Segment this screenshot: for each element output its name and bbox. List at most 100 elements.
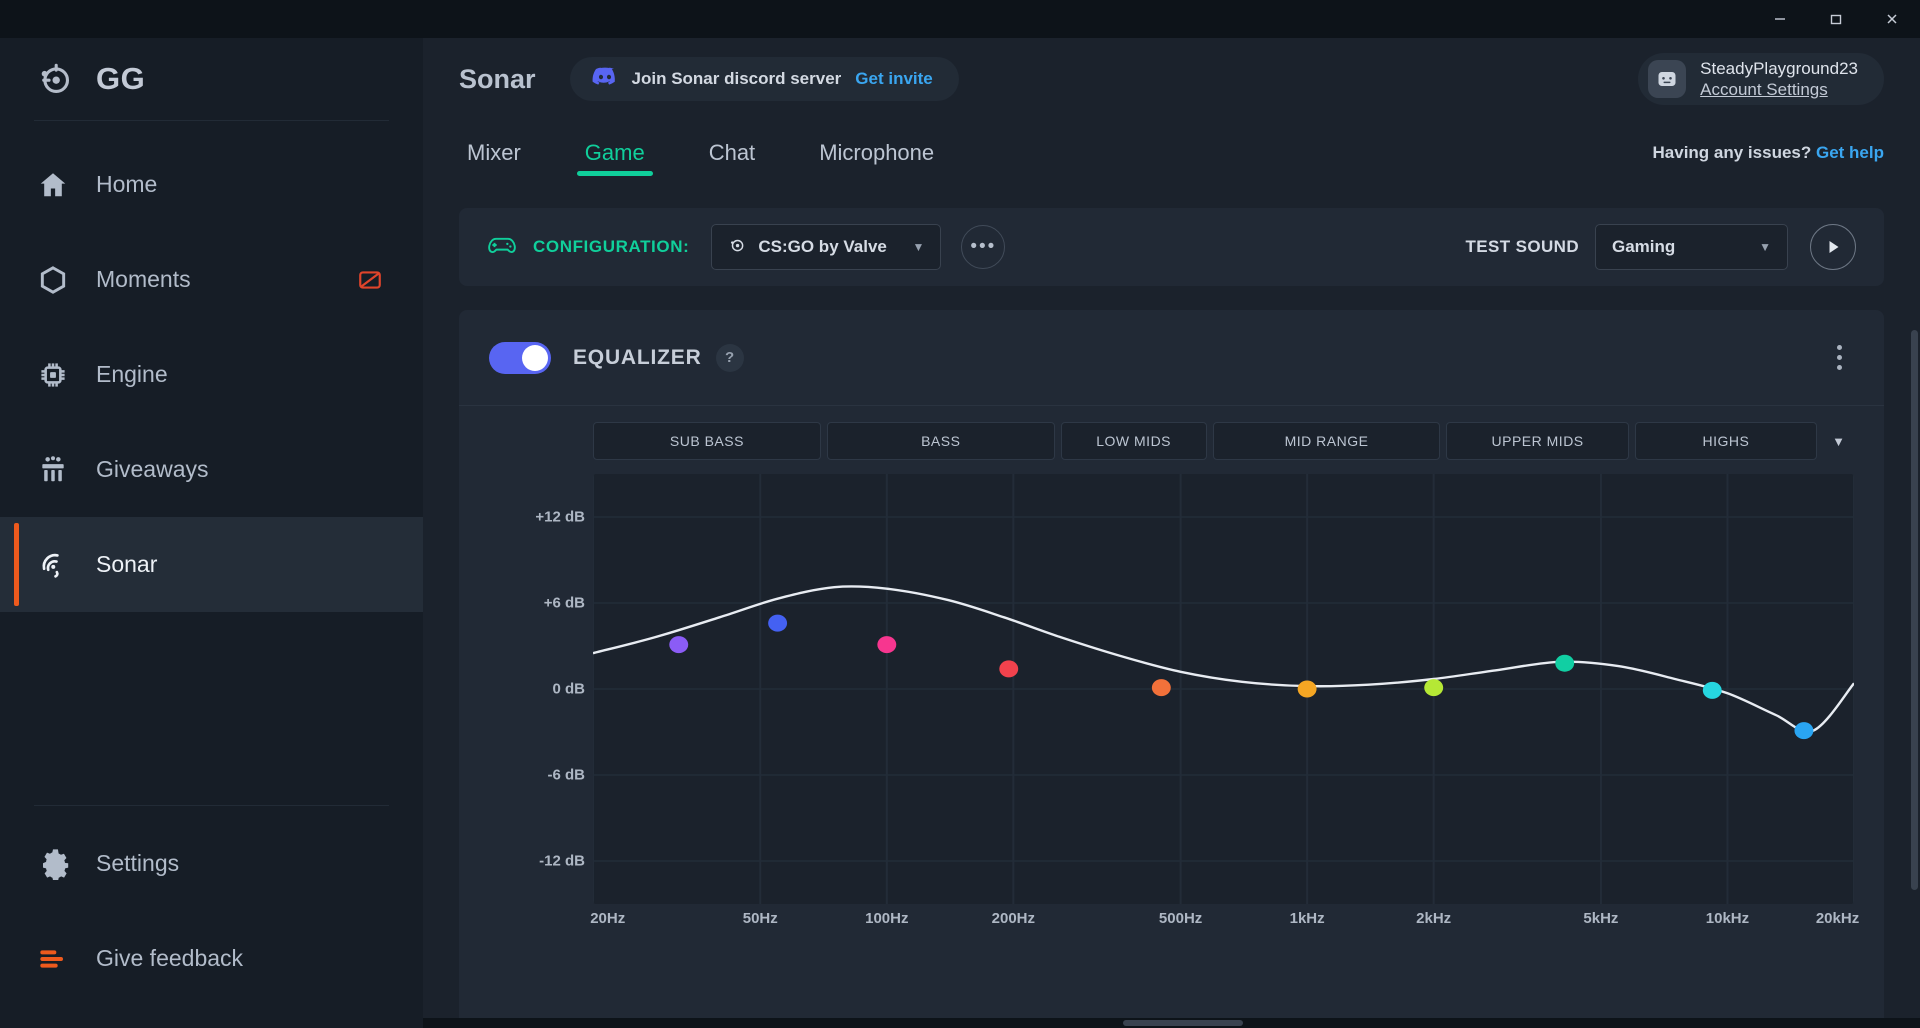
home-icon xyxy=(36,168,70,202)
vertical-scrollbar[interactable] xyxy=(1911,330,1918,890)
sidebar-item-label: Giveaways xyxy=(96,456,209,482)
steelseries-icon xyxy=(728,236,746,259)
sidebar-item-label: Home xyxy=(96,171,158,197)
equalizer-band-tab[interactable]: UPPER MIDS xyxy=(1446,422,1629,460)
feedback-icon xyxy=(36,942,70,976)
toggle-knob xyxy=(522,344,548,371)
equalizer-graph: +12 dB +6 dB 0 dB -6 dB -12 dB 20Hz 50Hz 100Hz… xyxy=(489,474,1859,944)
configuration-left-group: CONFIGURATION: xyxy=(487,233,689,262)
chevron-down-icon: ▼ xyxy=(912,240,925,254)
steelseries-logo-icon xyxy=(41,63,70,94)
page-title: Sonar xyxy=(459,63,536,94)
tab-mixer[interactable]: Mixer xyxy=(459,120,529,186)
band-tabs-chevron-down-icon[interactable]: ▼ xyxy=(1823,422,1854,460)
sidebar: GG Home Moments Engine Giveaways Sonar S… xyxy=(0,0,423,1028)
hexagon-icon xyxy=(36,263,70,297)
y-axis-tick-label: +12 dB xyxy=(535,508,585,526)
tab-chat[interactable]: Chat xyxy=(701,120,763,186)
sidebar-item-moments[interactable]: Moments xyxy=(0,232,423,327)
eq-band-handle[interactable] xyxy=(1424,679,1444,697)
tab-microphone[interactable]: Microphone xyxy=(811,120,942,186)
configuration-more-button[interactable]: ••• xyxy=(961,225,1006,269)
discord-get-invite-link[interactable]: Get invite xyxy=(855,69,932,89)
tab-game[interactable]: Game xyxy=(576,120,653,186)
equalizer-help-icon[interactable]: ? xyxy=(715,343,744,372)
play-icon xyxy=(1829,241,1839,253)
horizontal-scrollbar-thumb[interactable] xyxy=(1123,1020,1243,1026)
window-title-bar xyxy=(0,0,1920,38)
discord-banner-label: Join Sonar discord server xyxy=(631,69,842,88)
x-axis-tick-label: 100Hz xyxy=(865,910,909,927)
minimize-icon xyxy=(1775,18,1785,20)
equalizer-band-tab[interactable]: SUB BASS xyxy=(593,422,821,460)
page-header: Sonar Join Sonar discord server Get invi… xyxy=(423,38,1920,120)
configuration-select-value: CS:GO by Valve xyxy=(758,237,887,256)
minimize-button[interactable] xyxy=(1752,0,1808,38)
sidebar-item-sonar[interactable]: Sonar xyxy=(0,517,423,612)
configuration-select[interactable]: CS:GO by Valve ▼ xyxy=(711,224,942,270)
moments-badge-icon[interactable] xyxy=(357,267,383,293)
brand-logo[interactable]: GG xyxy=(0,38,423,120)
x-axis-labels: 20Hz 50Hz 100Hz 200Hz 500Hz 1kHz 2kHz 5kHz 10kHz… xyxy=(590,910,1859,940)
equalizer-band-tab[interactable]: HIGHS xyxy=(1634,422,1818,460)
equalizer-card: EQUALIZER ? SUB BASS BASS LOW MIDS MID RANG… xyxy=(459,310,1884,1028)
eq-band-handle[interactable] xyxy=(1702,681,1722,699)
equalizer-band-tabs: SUB BASS BASS LOW MIDS MID RANGE UPPER MIDS H… xyxy=(459,406,1884,460)
sidebar-item-settings[interactable]: Settings xyxy=(0,816,423,911)
gear-icon xyxy=(36,847,70,881)
eq-band-handle[interactable] xyxy=(768,614,788,632)
y-axis-labels: +12 dB +6 dB 0 dB -6 dB -12 dB xyxy=(489,474,585,904)
sidebar-item-label: Sonar xyxy=(96,551,158,577)
account-username: SteadyPlayground23 xyxy=(1700,58,1858,78)
sidebar-nav: Home Moments Engine Giveaways Sonar xyxy=(0,121,423,612)
eq-band-handle[interactable] xyxy=(669,636,689,654)
eq-band-handle[interactable] xyxy=(1555,654,1575,672)
x-axis-tick-label: 2kHz xyxy=(1416,910,1452,927)
eq-band-handle[interactable] xyxy=(999,660,1019,678)
sidebar-item-give-feedback[interactable]: Give feedback xyxy=(0,911,423,1006)
sidebar-item-giveaways[interactable]: Giveaways xyxy=(0,422,423,517)
test-sound-select-value: Gaming xyxy=(1612,237,1676,256)
maximize-button[interactable] xyxy=(1808,0,1864,38)
gift-icon xyxy=(36,453,70,487)
x-axis-tick-label: 10kHz xyxy=(1705,910,1750,927)
equalizer-band-tab[interactable]: MID RANGE xyxy=(1212,422,1441,460)
main-content: Sonar Join Sonar discord server Get invi… xyxy=(423,0,1920,1028)
equalizer-title: EQUALIZER xyxy=(573,345,702,369)
equalizer-band-tab[interactable]: LOW MIDS xyxy=(1060,422,1207,460)
equalizer-band-tab[interactable]: BASS xyxy=(826,422,1055,460)
account-settings-link[interactable]: Account Settings xyxy=(1700,80,1828,99)
close-button[interactable] xyxy=(1864,0,1920,38)
gamepad-icon xyxy=(487,233,517,262)
discord-invite-banner[interactable]: Join Sonar discord server Get invite xyxy=(569,57,959,101)
eq-curve-svg xyxy=(593,474,1854,904)
eq-band-handle[interactable] xyxy=(1151,679,1171,697)
sidebar-item-home[interactable]: Home xyxy=(0,137,423,232)
account-menu[interactable]: SteadyPlayground23 Account Settings xyxy=(1638,53,1884,105)
equalizer-header: EQUALIZER ? xyxy=(459,310,1884,406)
test-sound-select[interactable]: Gaming ▼ xyxy=(1595,224,1788,270)
maximize-icon xyxy=(1830,14,1842,25)
equalizer-plot[interactable] xyxy=(593,474,1854,904)
y-axis-tick-label: -6 dB xyxy=(547,766,586,784)
get-help-link[interactable]: Get help xyxy=(1816,143,1884,162)
kebab-menu-icon[interactable] xyxy=(1824,339,1854,377)
eq-response-curve xyxy=(593,586,1854,731)
sidebar-item-label: Moments xyxy=(96,266,191,292)
chevron-down-icon: ▼ xyxy=(1759,240,1771,254)
y-axis-tick-label: +6 dB xyxy=(543,594,585,612)
sidebar-item-engine[interactable]: Engine xyxy=(0,327,423,422)
brand-label: GG xyxy=(96,61,146,96)
sidebar-item-label: Settings xyxy=(96,850,180,876)
close-icon xyxy=(1887,14,1897,24)
test-sound-play-button[interactable] xyxy=(1810,224,1856,270)
y-axis-tick-label: 0 dB xyxy=(552,680,585,698)
eq-band-handle[interactable] xyxy=(1297,680,1317,698)
eq-band-handle[interactable] xyxy=(877,636,897,654)
eq-band-handle[interactable] xyxy=(1794,722,1814,740)
equalizer-toggle[interactable] xyxy=(489,341,551,374)
x-axis-tick-label: 5kHz xyxy=(1583,910,1619,927)
help-prompt: Having any issues? Get help xyxy=(1653,143,1884,163)
robot-avatar-icon xyxy=(1648,60,1687,98)
